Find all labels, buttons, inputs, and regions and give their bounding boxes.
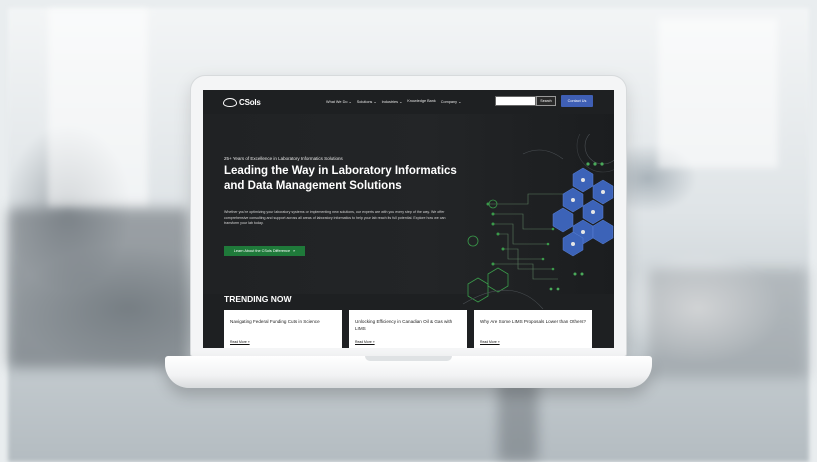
trending-card[interactable]: Unlocking Efficiency in Canadian Oil & G…	[349, 310, 467, 348]
cta-label: Learn About the CSols Difference	[233, 249, 291, 253]
nav-company[interactable]: Company ⌄	[441, 99, 462, 104]
trending-card[interactable]: Navigating Federal Funding Cuts in Scien…	[224, 310, 342, 348]
nav-solutions[interactable]: Solutions ⌄	[357, 99, 377, 104]
double-chevron-icon: »	[293, 249, 296, 253]
logo-mark-icon	[223, 97, 237, 107]
lab-informatics-graphic	[462, 134, 614, 310]
hero-section: 25+ Years of Excellence in Laboratory In…	[203, 114, 614, 310]
read-more-link[interactable]: Read More »	[480, 340, 500, 344]
card-title: Navigating Federal Funding Cuts in Scien…	[230, 319, 320, 324]
read-more-link[interactable]: Read More »	[230, 340, 250, 344]
main-nav: What We Do ⌄ Solutions ⌄ Industries ⌄ Kn…	[326, 99, 461, 104]
hero-title: Leading the Way in Laboratory Informatic…	[224, 165, 457, 192]
laptop-hinge-notch	[365, 356, 452, 361]
contact-us-button[interactable]: Contact Us	[561, 95, 593, 107]
search-input[interactable]	[495, 96, 536, 106]
csols-logo[interactable]: CSols	[223, 96, 261, 108]
read-more-link[interactable]: Read More »	[355, 340, 375, 344]
card-title: Why Are Some LIMS Proposals Lower than O…	[480, 319, 586, 324]
trending-title: TRENDING NOW	[224, 294, 292, 304]
nav-knowledge-bank[interactable]: Knowledge Bank	[407, 99, 436, 104]
hero-eyebrow: 25+ Years of Excellence in Laboratory In…	[224, 156, 343, 161]
laptop-screen: CSols What We Do ⌄ Solutions ⌄ Industrie…	[203, 90, 614, 348]
nav-industries[interactable]: Industries ⌄	[382, 99, 403, 104]
learn-difference-button[interactable]: Learn About the CSols Difference »	[224, 246, 305, 256]
card-title: Unlocking Efficiency in Canadian Oil & G…	[355, 319, 453, 331]
hero-intro: Whether you're optimizing your laborator…	[224, 210, 446, 225]
site-header: CSols What We Do ⌄ Solutions ⌄ Industrie…	[203, 90, 614, 114]
search-button[interactable]: Search	[536, 96, 556, 106]
logo-text: CSols	[239, 97, 261, 107]
nav-what-we-do[interactable]: What We Do ⌄	[326, 99, 352, 104]
trending-card[interactable]: Why Are Some LIMS Proposals Lower than O…	[474, 310, 592, 348]
